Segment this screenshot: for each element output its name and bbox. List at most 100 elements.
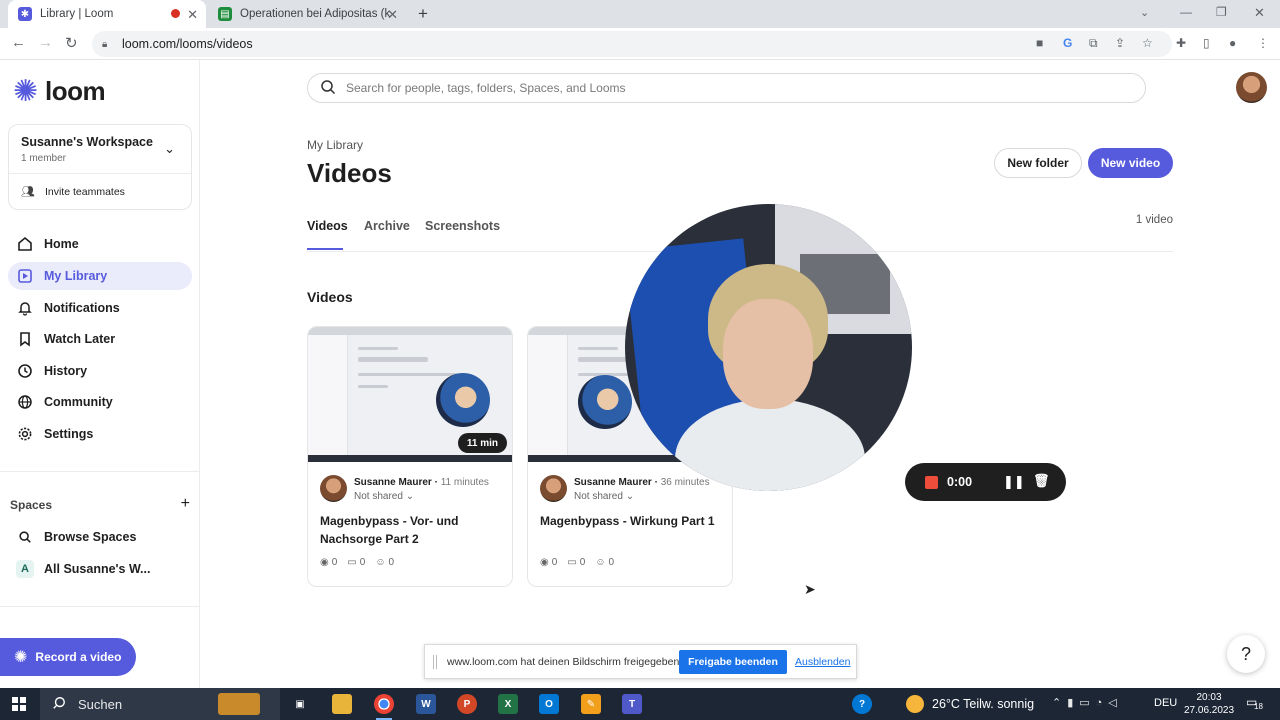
gear-icon <box>16 425 34 443</box>
profile-icon[interactable]: ● <box>1229 36 1236 50</box>
camera-icon[interactable]: ■ <box>1036 36 1043 50</box>
comments-count: 0 <box>579 557 586 568</box>
comment-icon: ▭ <box>347 557 357 568</box>
browser-tab-adipositas[interactable]: ▤ Operationen bei Adipositas (kran ✕ <box>208 0 406 28</box>
minimize-window-icon[interactable]: — <box>1180 5 1192 19</box>
breadcrumb[interactable]: My Library <box>307 138 363 152</box>
avatar[interactable] <box>1236 72 1267 103</box>
excel-icon[interactable]: X <box>498 694 518 714</box>
stop-recording-button[interactable] <box>925 475 938 489</box>
invite-teammates-button[interactable]: 👥︎ Invite teammates <box>21 185 125 199</box>
sidebar-item-label: History <box>44 364 88 378</box>
workspace-members: 1 member <box>21 153 67 164</box>
drag-handle[interactable] <box>433 655 437 669</box>
extensions-icon[interactable]: ✚ <box>1176 36 1186 50</box>
tab-search-icon[interactable]: ⌄ <box>1140 6 1149 19</box>
tab-archive[interactable]: Archive <box>364 219 410 233</box>
chevron-down-icon[interactable]: ⌄ <box>164 141 175 157</box>
forward-icon[interactable]: → <box>38 34 53 51</box>
sidebar-item-settings[interactable]: Settings <box>8 420 192 448</box>
clock-time: 20:03 <box>1196 692 1222 703</box>
powerpoint-icon[interactable]: P <box>457 694 477 714</box>
video-title[interactable]: Magenbypass - Wirkung Part 1 <box>540 512 724 530</box>
bookmark-star-icon[interactable]: ☆ <box>1142 36 1153 50</box>
active-tab-indicator <box>307 248 343 250</box>
translate-icon[interactable]: ⧉ <box>1089 36 1098 51</box>
loom-logo[interactable]: ✺ loom <box>13 76 106 107</box>
video-title[interactable]: Magenbypass - Vor- und Nachsorge Part 2 <box>320 512 504 548</box>
clock-icon <box>16 362 34 380</box>
file-explorer-icon[interactable] <box>332 694 352 714</box>
sidebar-item-home[interactable]: Home <box>8 230 192 258</box>
address-bar[interactable]: 🔒︎ loom.com/looms/videos <box>92 31 1172 57</box>
chrome-icon[interactable] <box>374 694 394 720</box>
comment-icon: ▭ <box>567 557 577 568</box>
sidebar-item-browse-spaces[interactable]: Browse Spaces <box>8 523 192 551</box>
back-icon[interactable]: ← <box>11 34 26 51</box>
new-folder-button[interactable]: New folder <box>994 148 1082 178</box>
new-tab-icon[interactable]: + <box>418 4 428 24</box>
video-author: Susanne Maurer · 11 minutes <box>354 477 489 488</box>
recording-timer: 0:00 <box>947 475 973 489</box>
share-status-dropdown[interactable]: Not shared ⌄ <box>574 491 634 502</box>
new-video-button[interactable]: New video <box>1088 148 1173 178</box>
tab-title: Library | Loom <box>40 8 114 20</box>
sidebar-item-notifications[interactable]: Notifications <box>8 294 192 322</box>
system-tray-icons[interactable]: ⌃▮▭◔◁ <box>1052 696 1123 709</box>
tab-videos[interactable]: Videos <box>307 219 348 233</box>
word-icon[interactable]: W <box>416 694 436 714</box>
bell-icon <box>16 299 34 317</box>
help-app-icon[interactable]: ? <box>852 694 872 714</box>
share-status-dropdown[interactable]: Not shared ⌄ <box>354 491 414 502</box>
weather-widget[interactable]: 26°C Teilw. sonnig <box>906 688 1034 720</box>
tab-title: Operationen bei Adipositas (kran <box>240 8 390 20</box>
menu-icon[interactable]: ⋮ <box>1257 36 1269 50</box>
sidebar-item-community[interactable]: Community <box>8 388 192 416</box>
sidebar-item-all-workspace[interactable]: A All Susanne's W... <box>8 555 192 583</box>
task-view-icon[interactable]: ▣ <box>290 694 310 714</box>
record-video-button[interactable]: ✺ Record a video <box>0 638 136 676</box>
close-tab-icon[interactable]: ✕ <box>187 7 198 23</box>
taskbar-search-label: Suchen <box>78 696 123 712</box>
camera-bubble[interactable] <box>625 204 912 491</box>
pause-icon[interactable]: ❚❚ <box>1003 474 1025 490</box>
recording-controls: 0:00 ❚❚ 🗑︎ <box>905 463 1066 501</box>
close-window-icon[interactable]: ✕ <box>1254 5 1265 21</box>
search-placeholder: Search for people, tags, folders, Spaces… <box>346 81 626 95</box>
recording-indicator-icon <box>171 9 180 18</box>
taskbar-search[interactable]: Suchen <box>40 688 280 720</box>
sticky-app-icon[interactable]: ✎ <box>581 694 601 714</box>
reload-icon[interactable]: ↻ <box>65 34 78 52</box>
windows-start-icon[interactable] <box>12 697 26 711</box>
browser-tab-bar: ✱ Library | Loom ✕ ▤ Operationen bei Adi… <box>0 0 1280 28</box>
briefcase-icon <box>218 693 260 715</box>
tab-screenshots[interactable]: Screenshots <box>425 219 500 233</box>
weather-text: 26°C Teilw. sonnig <box>932 697 1035 711</box>
maximize-window-icon[interactable]: ❐ <box>1216 5 1227 19</box>
side-panel-icon[interactable]: ▯ <box>1203 36 1210 50</box>
video-card[interactable]: 11 min Susanne Maurer · 11 minutes Not s… <box>307 326 513 587</box>
language-indicator[interactable]: DEU <box>1154 697 1177 709</box>
video-thumbnail[interactable]: 11 min <box>308 327 512 462</box>
sidebar-item-history[interactable]: History <box>8 357 192 385</box>
search-input[interactable]: Search for people, tags, folders, Spaces… <box>307 73 1146 103</box>
stop-sharing-button[interactable]: Freigabe beenden <box>679 650 787 674</box>
trash-icon[interactable]: 🗑︎ <box>1033 473 1050 489</box>
notification-center-icon[interactable]: ▭ 18 <box>1246 695 1263 711</box>
taskbar-clock[interactable]: 20:03 27.06.2023 <box>1184 691 1234 717</box>
sidebar-item-watch-later[interactable]: Watch Later <box>8 325 192 353</box>
browser-toolbar: ← → ↻ 🔒︎ loom.com/looms/videos ■ G ⧉ ⇪ ☆… <box>0 28 1280 60</box>
close-tab-icon[interactable]: ✕ <box>387 7 398 23</box>
hide-link[interactable]: Ausblenden <box>795 656 850 668</box>
help-button[interactable]: ? <box>1227 635 1265 673</box>
outlook-icon[interactable]: O <box>539 694 559 714</box>
teams-icon[interactable]: T <box>622 694 642 714</box>
add-space-icon[interactable]: + <box>181 495 190 513</box>
google-icon[interactable]: G <box>1063 36 1072 50</box>
section-title: Videos <box>307 289 353 305</box>
sidebar-item-my-library[interactable]: My Library <box>8 262 192 290</box>
browser-tab-loom[interactable]: ✱ Library | Loom ✕ <box>8 0 206 28</box>
share-icon[interactable]: ⇪ <box>1115 36 1125 50</box>
chevron-down-icon: ⌄ <box>405 491 415 502</box>
page-title: Videos <box>307 158 392 188</box>
